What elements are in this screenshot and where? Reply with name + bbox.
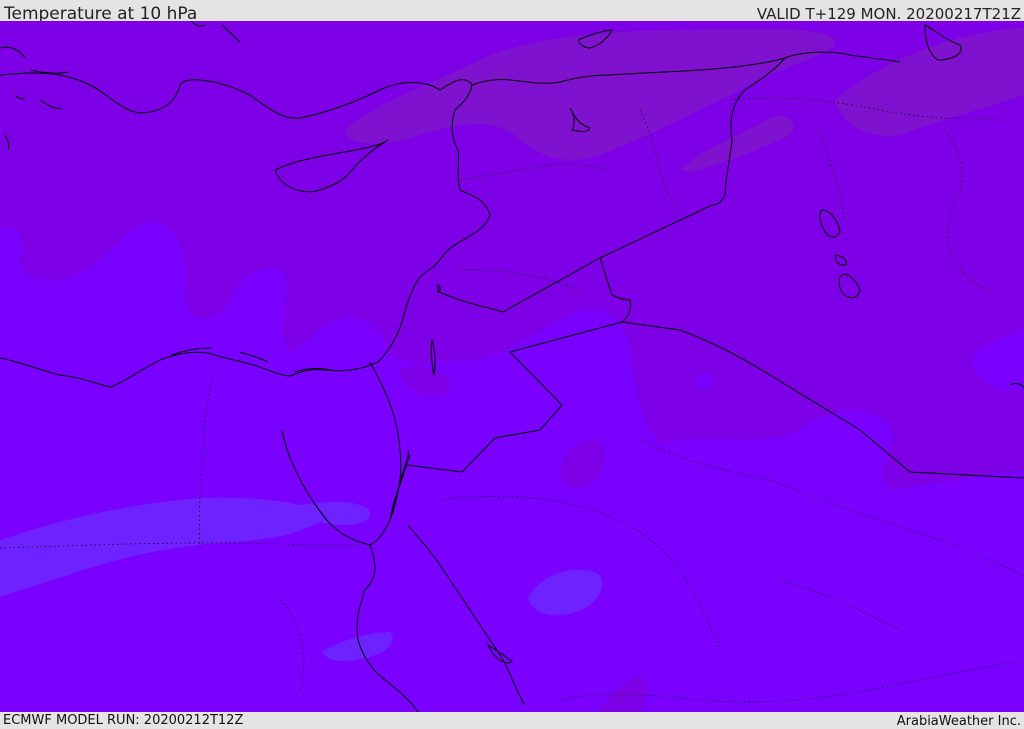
field-light-patch: [695, 374, 713, 388]
brand-credit: ArabiaWeather Inc.: [896, 714, 1021, 729]
model-run: ECMWF MODEL RUN: 20200212T12Z: [3, 713, 244, 728]
temperature-map: [0, 21, 1024, 712]
header-bar: Temperature at 10 hPa VALID T+129 MON. 2…: [0, 0, 1024, 24]
footer-bar: ECMWF MODEL RUN: 20200212T12Z ArabiaWeat…: [0, 712, 1024, 729]
